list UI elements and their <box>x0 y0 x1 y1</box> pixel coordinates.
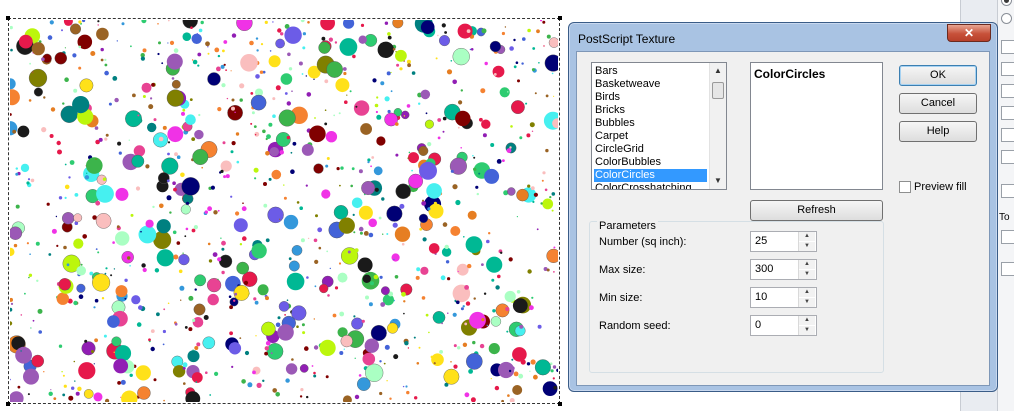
close-button[interactable]: ✕ <box>947 24 991 42</box>
ok-button[interactable]: OK <box>899 65 977 86</box>
background-label: To <box>999 212 1010 223</box>
random-seed-label: Random seed: <box>599 320 671 332</box>
help-button[interactable]: Help <box>899 121 977 142</box>
background-radio[interactable] <box>1001 13 1012 24</box>
max-size-label: Max size: <box>599 264 646 276</box>
background-control[interactable] <box>1001 262 1014 276</box>
spin-up-icon[interactable]: ▲ <box>799 232 815 241</box>
selection-frame <box>6 16 562 406</box>
selected-texture-name: ColorCircles <box>750 62 883 190</box>
background-control[interactable] <box>1001 230 1014 244</box>
background-control[interactable] <box>1001 128 1014 142</box>
scrollbar-thumb[interactable] <box>712 82 724 99</box>
dialog-title: PostScript Texture <box>578 32 676 46</box>
preview-fill-checkbox[interactable] <box>899 181 911 193</box>
spin-down-icon[interactable]: ▼ <box>799 326 815 335</box>
number-per-sq-inch-spinner[interactable]: 25 ▲ ▼ <box>750 231 817 252</box>
close-icon: ✕ <box>963 26 975 40</box>
min-size-spinner[interactable]: 10 ▲ ▼ <box>750 287 817 308</box>
dialog-titlebar[interactable]: PostScript Texture ✕ <box>569 23 997 51</box>
texture-list-item[interactable]: Basketweave <box>594 78 707 91</box>
selection-handle[interactable] <box>6 16 10 20</box>
texture-list-item[interactable]: ColorCrosshatching <box>594 182 707 189</box>
spinner-value[interactable]: 0 <box>755 319 761 331</box>
parameters-group: Parameters Number (sq inch): 25 ▲ ▼ Max s… <box>589 220 884 373</box>
texture-list-item[interactable]: ColorCircles <box>594 169 707 182</box>
texture-list-item[interactable]: Bubbles <box>594 117 707 130</box>
postscript-texture-dialog: PostScript Texture ✕ Bars Basketweave Bird… <box>568 22 998 392</box>
spinner-value[interactable]: 25 <box>755 235 767 247</box>
texture-preview-canvas <box>0 0 566 411</box>
texture-list-item[interactable]: Birds <box>594 91 707 104</box>
selection-handle[interactable] <box>558 16 562 20</box>
spin-up-icon[interactable]: ▲ <box>799 260 815 269</box>
cancel-button[interactable]: Cancel <box>899 93 977 114</box>
max-size-spinner[interactable]: 300 ▲ ▼ <box>750 259 817 280</box>
parameters-group-title: Parameters <box>597 220 658 232</box>
texture-list-scrollbar[interactable]: ▲ ▼ <box>709 63 726 189</box>
texture-list-item[interactable]: Carpet <box>594 130 707 143</box>
background-control[interactable] <box>1001 184 1014 198</box>
spin-up-icon[interactable]: ▲ <box>799 316 815 325</box>
scroll-down-icon[interactable]: ▼ <box>710 173 726 189</box>
background-control[interactable] <box>1001 150 1014 164</box>
selection-handle[interactable] <box>6 402 10 406</box>
texture-list-item[interactable]: Bricks <box>594 104 707 117</box>
spin-up-icon[interactable]: ▲ <box>799 288 815 297</box>
texture-list-item[interactable]: CircleGrid <box>594 143 707 156</box>
random-seed-spinner[interactable]: 0 ▲ ▼ <box>750 315 817 336</box>
scroll-up-icon[interactable]: ▲ <box>710 63 726 79</box>
spin-down-icon[interactable]: ▼ <box>799 298 815 307</box>
selection-handle[interactable] <box>558 402 562 406</box>
texture-list-item[interactable]: ColorBubbles <box>594 156 707 169</box>
spinner-value[interactable]: 10 <box>755 291 767 303</box>
background-control[interactable] <box>1001 106 1014 120</box>
spin-down-icon[interactable]: ▼ <box>799 242 815 251</box>
background-control[interactable] <box>1001 40 1014 54</box>
background-control[interactable] <box>1001 62 1014 76</box>
background-control[interactable] <box>1001 84 1014 98</box>
texture-list[interactable]: Bars Basketweave Birds Bricks Bubbles Carpet C… <box>591 62 727 190</box>
refresh-button[interactable]: Refresh <box>750 200 883 221</box>
preview-fill-label: Preview fill <box>914 181 967 193</box>
min-size-label: Min size: <box>599 292 643 304</box>
number-per-sq-inch-label: Number (sq inch): <box>599 236 687 248</box>
spin-down-icon[interactable]: ▼ <box>799 270 815 279</box>
dialog-body: Bars Basketweave Birds Bricks Bubbles Carpet C… <box>576 51 990 386</box>
texture-list-item[interactable]: Bars <box>594 65 707 78</box>
spinner-value[interactable]: 300 <box>755 263 773 275</box>
